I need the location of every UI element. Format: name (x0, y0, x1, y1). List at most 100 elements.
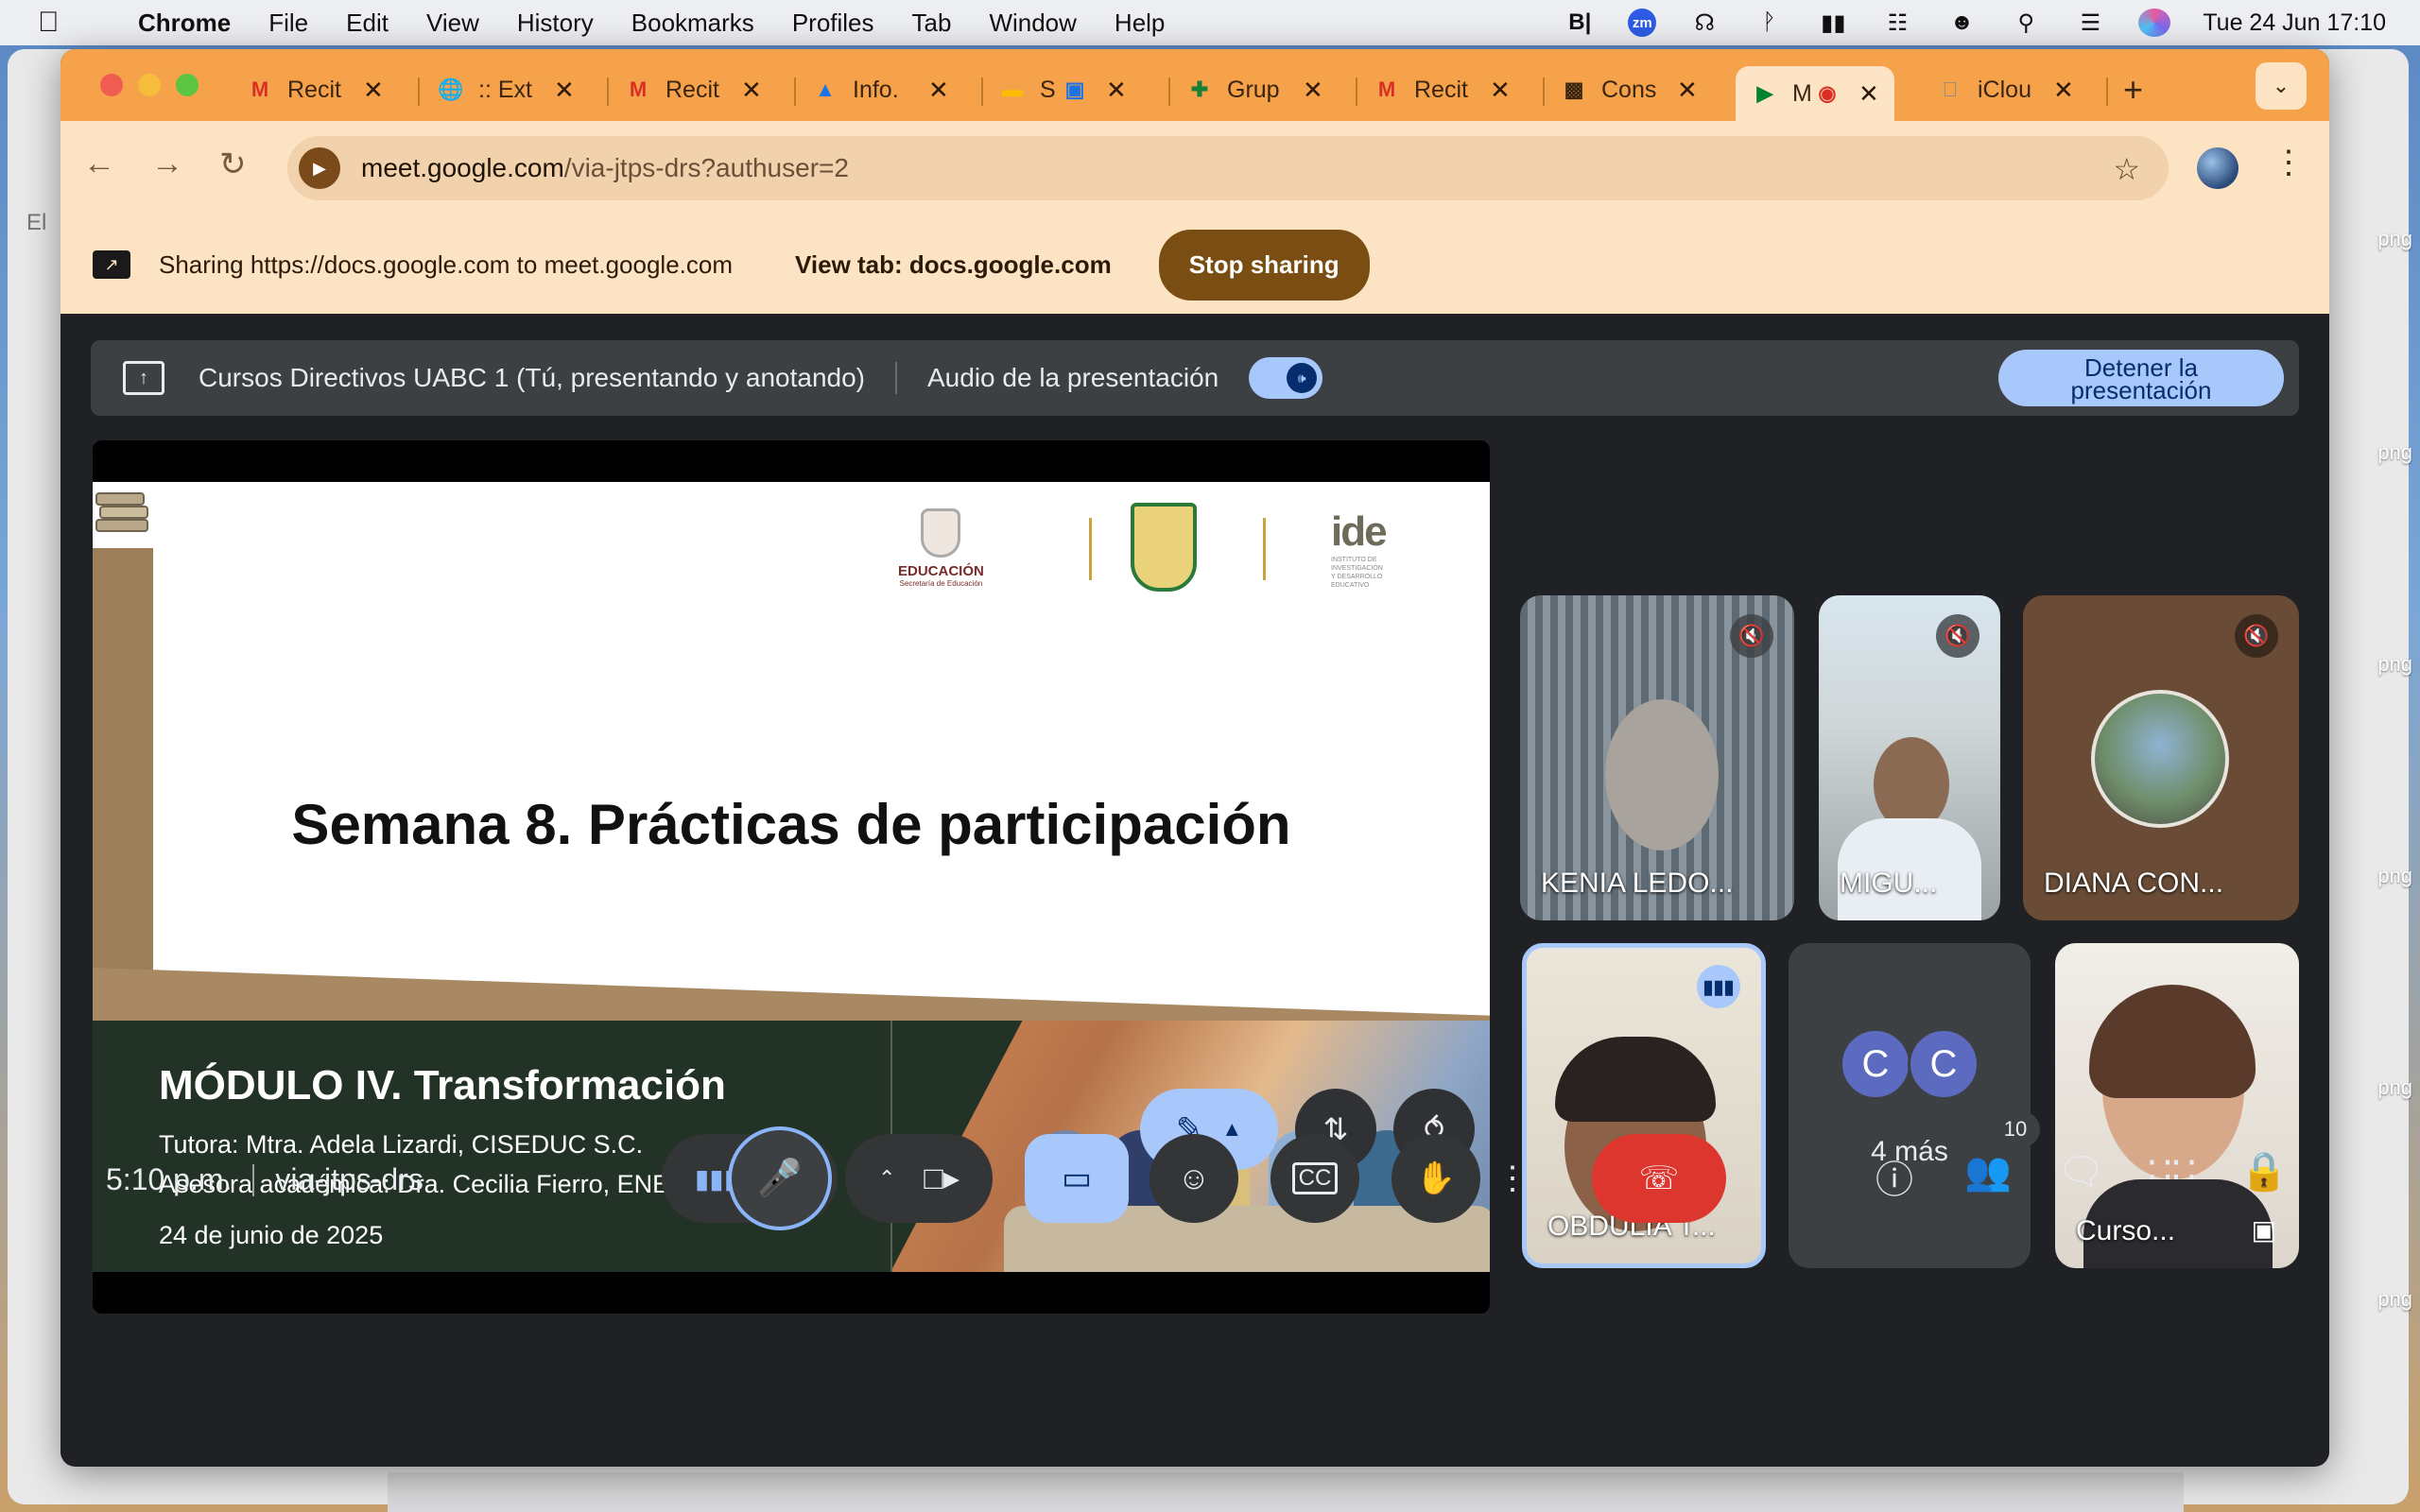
bookmark-star-icon[interactable]: ☆ (2113, 151, 2140, 187)
zoom-icon[interactable]: zm (1628, 9, 1657, 37)
host-controls-icon[interactable]: 🔒 (2240, 1149, 2288, 1194)
tab-6[interactable]: M Recit ✕ (1373, 66, 1511, 113)
zoom-window-button[interactable] (176, 74, 199, 96)
reactions-button[interactable]: ☺ (1150, 1134, 1238, 1223)
tab-close-icon[interactable]: ✕ (928, 76, 949, 105)
tab-4[interactable]: ▬ S ▣ ✕ (998, 66, 1127, 113)
desktop-file-label[interactable]: png (2377, 1287, 2412, 1312)
new-tab-button[interactable]: + (2123, 70, 2143, 110)
tab-7[interactable]: ▩ Cons ✕ (1560, 66, 1698, 113)
logo-divider (1263, 518, 1266, 580)
stop-sharing-button[interactable]: Stop sharing (1158, 229, 1370, 301)
tab-close-icon[interactable]: ✕ (1677, 76, 1698, 105)
reload-button[interactable]: ↻ (219, 146, 247, 183)
menu-help[interactable]: Help (1115, 9, 1165, 38)
tab-divider (1356, 77, 1357, 106)
more-options-button[interactable]: ⋮ (1494, 1134, 1531, 1223)
menu-app-name[interactable]: Chrome (138, 9, 231, 38)
siri-icon[interactable] (2138, 9, 2171, 37)
control-center-icon[interactable]: ☰ (2074, 9, 2106, 37)
camera-icon: □▸ (924, 1160, 960, 1196)
menu-edit[interactable]: Edit (346, 9, 389, 38)
leave-call-button[interactable]: ☏ (1592, 1134, 1726, 1223)
headphones-icon[interactable]: ☊ (1688, 9, 1720, 37)
tab-close-icon[interactable]: ✕ (554, 76, 575, 105)
meeting-details-icon[interactable]: ⓘ (1876, 1149, 1913, 1204)
tab-close-icon[interactable]: ✕ (741, 76, 762, 105)
participant-video (1605, 699, 1719, 850)
tab-0[interactable]: M Recit ✕ (246, 66, 384, 113)
tab-search-button[interactable]: ⌄ (2256, 62, 2307, 110)
battery-icon[interactable]: ▮▮ (1817, 9, 1849, 37)
microphone-icon: 🎤 (757, 1159, 803, 1198)
uabc-shield-logo (1131, 503, 1197, 592)
menu-file[interactable]: File (268, 9, 308, 38)
more-participants-tile[interactable]: C C 4 más (1789, 943, 2031, 1268)
participant-tile[interactable]: 🔇 DIANA CON... (2023, 595, 2299, 920)
minimize-window-button[interactable] (138, 74, 161, 96)
bluetooth-icon[interactable]: ᚹ (1753, 9, 1785, 37)
mic-off-icon: 🔇 (1730, 614, 1773, 658)
contact-card-icon: ▩ (1564, 77, 1584, 101)
view-tab-link[interactable]: View tab: docs.google.com (795, 250, 1112, 280)
profile-avatar[interactable] (2197, 147, 2238, 189)
tab-close-icon[interactable]: ✕ (1106, 76, 1127, 105)
tab-3[interactable]: ▲ Info. ✕ (811, 66, 949, 113)
tab-divider (981, 77, 983, 106)
wifi-icon[interactable]: ☷ (1881, 9, 1913, 37)
desktop-file-label[interactable]: png (2377, 652, 2412, 677)
present-now-button[interactable]: ▭ (1025, 1134, 1129, 1223)
desktop-file-label[interactable]: png (2377, 1075, 2412, 1100)
books-icon (93, 486, 151, 542)
tab-close-icon[interactable]: ✕ (363, 76, 384, 105)
desktop-file-label[interactable]: png (2377, 227, 2412, 251)
tab-1[interactable]: 🌐 :: Ext ✕ (437, 66, 575, 113)
gmail-icon: M (251, 77, 269, 101)
back-button[interactable]: ← (83, 146, 115, 182)
tab-9[interactable]:  iClou ✕ (1936, 66, 2074, 113)
desktop-file-label[interactable]: png (2377, 864, 2412, 888)
microphone-button[interactable]: 🎤 (728, 1126, 832, 1230)
tab-close-icon[interactable]: ✕ (1303, 76, 1323, 105)
menu-tab[interactable]: Tab (912, 9, 952, 38)
people-icon[interactable]: 👥 (1964, 1149, 2012, 1194)
chevron-up-icon[interactable]: ⌃ (878, 1166, 895, 1191)
captions-button[interactable]: CC (1270, 1134, 1359, 1223)
bluetooth-device-icon[interactable]: B| (1564, 9, 1596, 37)
search-icon[interactable]: ⚲ (2010, 9, 2042, 37)
address-bar[interactable]: ▶ meet.google.com/via-jtps-drs?authuser=… (287, 136, 2169, 200)
participant-tile[interactable]: Curso... ▣ (2055, 943, 2299, 1268)
participant-video (1874, 737, 1949, 832)
background-window-label: El (26, 210, 47, 235)
presentation-audio-toggle[interactable]: 🕪 (1249, 357, 1323, 399)
camera-controls[interactable]: ⌃ □▸ (845, 1134, 993, 1223)
stop-presenting-button[interactable]: Detener la presentación (1998, 350, 2284, 406)
tab-close-icon[interactable]: ✕ (1858, 79, 1879, 109)
user-icon[interactable]: ☻ (1945, 9, 1978, 37)
participant-name: Curso... (2076, 1215, 2176, 1246)
picture-in-picture-icon[interactable]: ▣ (2252, 1214, 2276, 1246)
participant-tile[interactable]: 🔇 MIGU... (1819, 595, 2000, 920)
desktop-file-label[interactable]: png (2377, 440, 2412, 465)
apple-icon[interactable]:  (38, 7, 76, 39)
tab-close-icon[interactable]: ✕ (1490, 76, 1511, 105)
site-info-icon[interactable]: ▶ (299, 147, 340, 189)
chat-icon[interactable]: 🗨 (2057, 1149, 2105, 1194)
browser-menu-icon[interactable]: ⋮ (2273, 144, 2305, 181)
participant-tile[interactable]: 🔇 KENIA LEDO... (1520, 595, 1794, 920)
date-line: 24 de junio de 2025 (159, 1221, 384, 1249)
menu-view[interactable]: View (426, 9, 479, 38)
tab-5[interactable]: ✚ Grup ✕ (1185, 66, 1323, 113)
raise-hand-button[interactable]: ✋ (1392, 1134, 1480, 1223)
tab-close-icon[interactable]: ✕ (2053, 76, 2074, 105)
menu-history[interactable]: History (517, 9, 594, 38)
menu-profiles[interactable]: Profiles (792, 9, 874, 38)
activities-icon[interactable]: ∷∷ (2148, 1149, 2196, 1193)
menu-window[interactable]: Window (989, 9, 1076, 38)
tab-2[interactable]: M Recit ✕ (624, 66, 762, 113)
menu-clock[interactable]: Tue 24 Jun 17:10 (2203, 9, 2386, 37)
menu-bookmarks[interactable]: Bookmarks (631, 9, 754, 38)
forward-button[interactable]: → (151, 146, 183, 182)
close-window-button[interactable] (100, 74, 123, 96)
tab-8[interactable]: ▶ M ◉ ✕ (1736, 66, 1894, 121)
